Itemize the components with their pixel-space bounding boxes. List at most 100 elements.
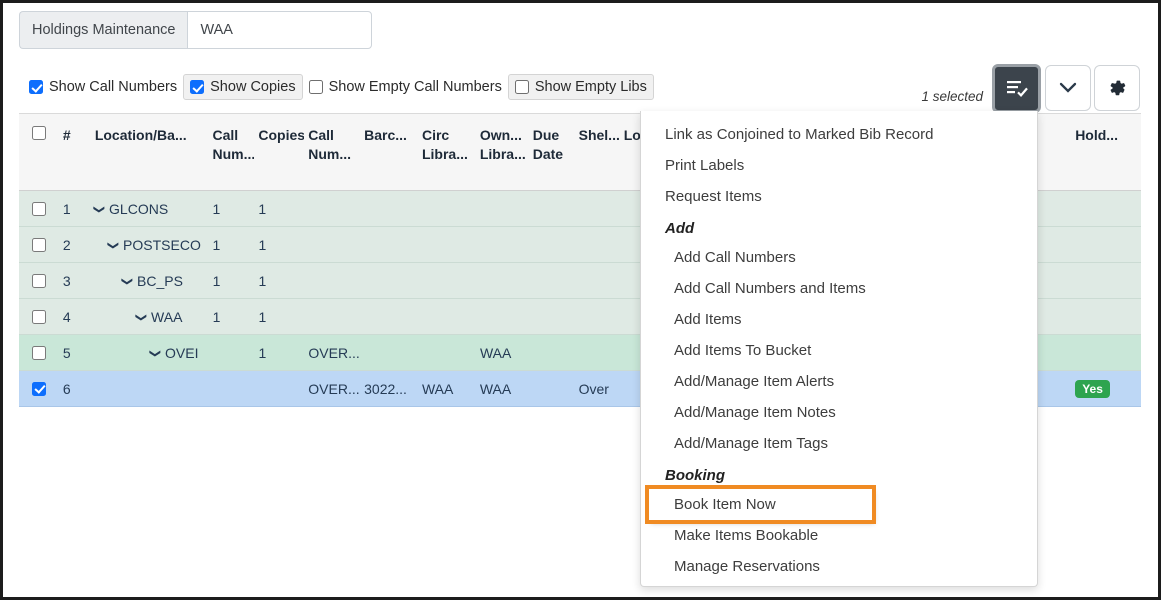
actions-menu-button[interactable] <box>992 64 1041 113</box>
row-select-checkbox[interactable] <box>19 274 59 288</box>
header-number[interactable]: # <box>59 114 91 145</box>
row-select-checkbox[interactable] <box>19 238 59 252</box>
checkbox-icon[interactable] <box>309 80 323 94</box>
filter-label: Show Empty Libs <box>535 79 647 95</box>
row-call-number: 1 <box>209 237 255 253</box>
header-barcode[interactable]: Barc... <box>360 114 418 145</box>
column-settings-button[interactable] <box>1094 65 1140 111</box>
filter-show-call-numbers[interactable]: Show Call Numbers <box>23 74 183 100</box>
row-barcode: 3022... <box>360 381 418 397</box>
checkbox-icon[interactable] <box>32 126 46 140</box>
search-input[interactable] <box>187 11 372 49</box>
menu-item[interactable]: Add/Manage Item Notes <box>641 397 1037 428</box>
row-number: 3 <box>59 273 91 289</box>
selected-count-label: 1 selected <box>921 89 983 104</box>
header-call-number[interactable]: Call Num... <box>209 114 255 164</box>
chevron-down-icon[interactable]: ❯ <box>149 348 162 357</box>
row-copies: 1 <box>255 345 305 361</box>
select-all-header[interactable] <box>19 114 59 140</box>
checkbox-icon[interactable] <box>32 202 46 216</box>
chevron-down-icon <box>1059 82 1077 94</box>
header-call-number-2[interactable]: Call Num... <box>304 114 360 164</box>
search-bar: Holdings Maintenance <box>19 11 372 49</box>
checkbox-icon[interactable] <box>32 382 46 396</box>
holdings-maintenance-screen: Holdings Maintenance Show Call Numbers S… <box>0 0 1161 600</box>
row-number: 1 <box>59 201 91 217</box>
menu-section-header: Add <box>641 212 1037 242</box>
checkbox-icon[interactable] <box>32 274 46 288</box>
row-copies: 1 <box>254 273 304 289</box>
row-location[interactable]: ❯POSTSECO <box>91 237 209 253</box>
gear-icon <box>1106 77 1128 99</box>
chevron-down-icon[interactable]: ❯ <box>135 312 148 321</box>
menu-item[interactable]: Link as Conjoined to Marked Bib Record <box>641 119 1037 150</box>
row-location[interactable]: ❯GLCONS <box>91 201 209 217</box>
row-copies: 1 <box>255 309 305 325</box>
menu-item[interactable]: Request Items <box>641 181 1037 212</box>
row-holdable: Yes <box>1071 380 1141 398</box>
row-circ-library: WAA <box>418 381 476 397</box>
row-number: 2 <box>59 237 91 253</box>
header-circ-library[interactable]: Circ Libra... <box>418 114 476 164</box>
row-call-number: 1 <box>209 309 255 325</box>
row-call-number: 1 <box>209 201 255 217</box>
header-location[interactable]: Location/Ba... <box>91 114 209 145</box>
row-owning-library: WAA <box>476 381 529 397</box>
filter-checkbox-row: Show Call Numbers Show Copies Show Empty… <box>23 74 654 100</box>
row-call-number-2: OVER... <box>304 345 360 361</box>
menu-item[interactable]: Print Labels <box>641 150 1037 181</box>
menu-item[interactable]: Manage Reservations <box>641 551 1037 582</box>
filter-show-copies[interactable]: Show Copies <box>183 74 302 100</box>
chevron-down-icon[interactable]: ❯ <box>121 276 134 285</box>
chevron-down-icon[interactable]: ❯ <box>93 204 106 213</box>
menu-item-highlighted[interactable]: Book Item Now <box>649 489 872 520</box>
menu-section-header: Booking <box>641 459 1037 489</box>
checkbox-icon[interactable] <box>29 80 43 94</box>
row-location[interactable]: ❯WAA <box>91 309 209 325</box>
row-select-checkbox[interactable] <box>19 346 59 360</box>
menu-item[interactable]: Add Items <box>641 304 1037 335</box>
header-copies[interactable]: Copies <box>254 114 304 145</box>
checkbox-icon[interactable] <box>32 346 46 360</box>
row-location-label: POSTSECO <box>123 237 201 253</box>
row-copies: 1 <box>254 237 304 253</box>
row-select-checkbox[interactable] <box>19 202 59 216</box>
menu-item[interactable]: Add Call Numbers <box>641 242 1037 273</box>
filter-label: Show Call Numbers <box>49 79 177 95</box>
caret-dropdown-button[interactable] <box>1045 65 1091 111</box>
row-number: 6 <box>59 381 91 397</box>
search-label: Holdings Maintenance <box>19 11 187 49</box>
checkbox-icon[interactable] <box>515 80 529 94</box>
row-call-number-2: OVER... <box>304 381 360 397</box>
row-location-label: GLCONS <box>109 201 168 217</box>
row-location[interactable]: ❯BC_PS <box>91 273 209 289</box>
row-location-label: BC_PS <box>137 273 183 289</box>
menu-item[interactable]: Add Call Numbers and Items <box>641 273 1037 304</box>
row-location-label: WAA <box>151 309 182 325</box>
actions-dropdown-menu: Link as Conjoined to Marked Bib RecordPr… <box>640 111 1038 587</box>
list-check-icon <box>1006 79 1028 99</box>
row-number: 5 <box>59 345 91 361</box>
checkbox-icon[interactable] <box>32 310 46 324</box>
header-holdable[interactable]: Hold... <box>1071 114 1141 145</box>
header-due-date[interactable]: Due Date <box>529 114 575 164</box>
row-number: 4 <box>59 309 91 325</box>
row-owning-library: WAA <box>476 345 529 361</box>
row-select-checkbox[interactable] <box>19 382 59 396</box>
checkbox-icon[interactable] <box>32 238 46 252</box>
chevron-down-icon[interactable]: ❯ <box>107 240 120 249</box>
filter-label: Show Copies <box>210 79 295 95</box>
menu-item[interactable]: Make Items Bookable <box>641 520 1037 551</box>
status-badge: Yes <box>1075 380 1110 398</box>
header-owning-library[interactable]: Own... Libra... <box>476 114 529 164</box>
menu-item[interactable]: Add/Manage Item Alerts <box>641 366 1037 397</box>
row-select-checkbox[interactable] <box>19 310 59 324</box>
row-location[interactable]: ❯OVEI <box>91 345 209 361</box>
row-location-label: OVEI <box>165 345 198 361</box>
menu-item[interactable]: Add Items To Bucket <box>641 335 1037 366</box>
filter-label: Show Empty Call Numbers <box>329 79 502 95</box>
checkbox-icon[interactable] <box>190 80 204 94</box>
filter-show-empty-libs[interactable]: Show Empty Libs <box>508 74 654 100</box>
menu-item[interactable]: Add/Manage Item Tags <box>641 428 1037 459</box>
filter-show-empty-call-numbers[interactable]: Show Empty Call Numbers <box>303 74 508 100</box>
